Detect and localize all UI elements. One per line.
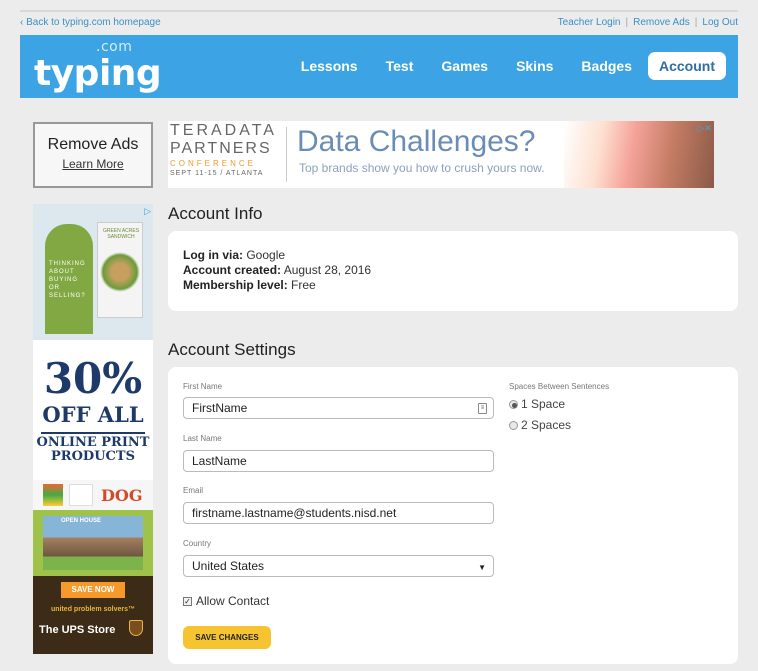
remove-ads-title: Remove Ads	[47, 136, 139, 153]
membership-row: Membership level: Free	[183, 278, 316, 292]
autofill-icon[interactable]: ≡	[478, 403, 487, 414]
save-now-button[interactable]: SAVE NOW	[61, 582, 125, 598]
membership-label: Membership level:	[183, 278, 288, 292]
ad-subline: Top brands show you how to crush yours n…	[299, 161, 545, 175]
last-name-value: LastName	[192, 454, 247, 468]
ad-divider	[286, 127, 287, 182]
discount-products-text: ONLINE PRINT PRODUCTS	[36, 435, 150, 464]
last-name-label: Last Name	[183, 434, 222, 443]
card-dog-text: DOG	[101, 486, 143, 505]
ad-brand-line2: PARTNERS	[170, 140, 272, 157]
sandwich-image	[100, 252, 140, 292]
open-house-text: OPEN HOUSE	[61, 518, 102, 524]
radio-unselected-icon	[509, 420, 518, 430]
chevron-down-icon: ▼	[478, 563, 486, 572]
sandwich-flyer-text: GREEN ACRES SANDWICH	[102, 228, 140, 240]
typing-logo[interactable]: .com typing	[34, 39, 162, 94]
radio-1-space-label: 1 Space	[521, 397, 566, 411]
country-select[interactable]: United States ▼	[183, 555, 494, 577]
ad-brand-line3: CONFERENCE	[170, 159, 257, 168]
top-right-links: Teacher Login | Remove Ads | Log Out	[557, 17, 738, 28]
nav-test[interactable]: Test	[386, 58, 414, 74]
account-settings-card: First Name FirstName ≡ Last Name LastNam…	[168, 367, 738, 664]
login-via-label: Log in via:	[183, 248, 243, 262]
account-created-label: Account created:	[183, 263, 282, 277]
teacher-login-link[interactable]: Teacher Login	[558, 17, 621, 28]
nav-badges[interactable]: Badges	[581, 58, 632, 74]
nav-skins[interactable]: Skins	[516, 58, 553, 74]
country-value: United States	[192, 559, 265, 573]
site-header: .com typing Lessons Test Games Skins Bad…	[20, 35, 738, 98]
radio-2-spaces[interactable]: 2 Spaces	[509, 418, 571, 432]
side-ad-top: THINKING ABOUT BUYING OR SELLING? GREEN …	[33, 204, 153, 340]
radio-2-spaces-label: 2 Spaces	[521, 418, 572, 432]
membership-value: Free	[291, 278, 316, 292]
card-image-2	[69, 484, 93, 506]
spaces-label: Spaces Between Sentences	[509, 382, 610, 391]
allow-contact-checkbox[interactable]: ✓ Allow Contact	[183, 594, 269, 608]
ad-choices-icon[interactable]: ▷✕	[698, 123, 712, 134]
side-ad-bottom: SAVE NOW united problem solvers™ The UPS…	[33, 576, 153, 654]
log-out-link[interactable]: Log Out	[702, 17, 738, 28]
radio-selected-icon	[509, 399, 518, 409]
first-name-value: FirstName	[192, 401, 248, 415]
first-name-field[interactable]: FirstName ≡	[183, 397, 494, 419]
top-links-bar: ‹ Back to typing.com homepage Teacher Lo…	[20, 15, 738, 33]
account-created-value: August 28, 2016	[283, 263, 372, 277]
banner-ad[interactable]: TERADATA PARTNERS CONFERENCE SEPT 11-15 …	[168, 121, 714, 188]
ups-store-name: The UPS Store	[39, 624, 116, 636]
first-name-label: First Name	[183, 382, 223, 391]
learn-more-link[interactable]: Learn More	[35, 157, 151, 171]
account-info-card: Log in via: Google Account created: Augu…	[168, 231, 738, 311]
discount-off-text: OFF ALL	[42, 402, 144, 427]
side-ad-cards: DOG	[33, 480, 153, 510]
side-ad-choices-icon[interactable]: ▷	[144, 206, 151, 217]
nav-account[interactable]: Account	[648, 52, 726, 80]
ups-shield-icon	[129, 620, 143, 636]
email-field[interactable]: firstname.lastname@students.nisd.net	[183, 502, 494, 524]
door-hanger-text: THINKING ABOUT BUYING OR SELLING?	[49, 261, 86, 299]
account-settings-heading: Account Settings	[168, 340, 296, 359]
login-via-row: Log in via: Google	[183, 248, 285, 262]
side-ad[interactable]: THINKING ABOUT BUYING OR SELLING? GREEN …	[33, 204, 153, 654]
account-info-heading: Account Info	[168, 204, 263, 223]
login-via-value: Google	[246, 248, 286, 262]
checkbox-checked-icon: ✓	[183, 596, 192, 606]
offer-rule	[41, 432, 145, 434]
save-changes-button[interactable]: SAVE CHANGES	[183, 626, 271, 649]
ups-tagline: united problem solvers™	[50, 606, 136, 613]
ad-photo	[564, 121, 714, 188]
house-image	[43, 516, 143, 570]
ad-brand-line4: SEPT 11-15 / ATLANTA	[170, 170, 264, 177]
side-ad-house: OPEN HOUSE	[33, 510, 153, 576]
side-ad-offer: 30% OFF ALL ONLINE PRINT PRODUCTS	[33, 340, 153, 480]
account-created-row: Account created: August 28, 2016	[183, 263, 371, 277]
country-label: Country	[183, 539, 212, 548]
main-nav: Lessons Test Games Skins Badges Account	[273, 52, 726, 80]
card-image-1	[43, 484, 63, 506]
ad-headline: Data Challenges?	[297, 125, 536, 158]
nav-games[interactable]: Games	[441, 58, 488, 74]
allow-contact-label: Allow Contact	[196, 594, 270, 608]
remove-ads-link[interactable]: Remove Ads	[633, 17, 690, 28]
email-label: Email	[183, 486, 204, 495]
email-value: firstname.lastname@students.nisd.net	[192, 506, 397, 520]
discount-percent: 30%	[43, 354, 143, 403]
nav-lessons[interactable]: Lessons	[301, 58, 358, 74]
last-name-field[interactable]: LastName	[183, 450, 494, 472]
radio-1-space[interactable]: 1 Space	[509, 397, 565, 411]
ad-brand-line1: TERADATA	[170, 122, 277, 139]
top-divider	[20, 10, 738, 12]
remove-ads-box: Remove Ads Learn More	[33, 122, 153, 188]
back-to-homepage-link[interactable]: ‹ Back to typing.com homepage	[20, 17, 161, 28]
logo-word: typing	[34, 53, 162, 94]
